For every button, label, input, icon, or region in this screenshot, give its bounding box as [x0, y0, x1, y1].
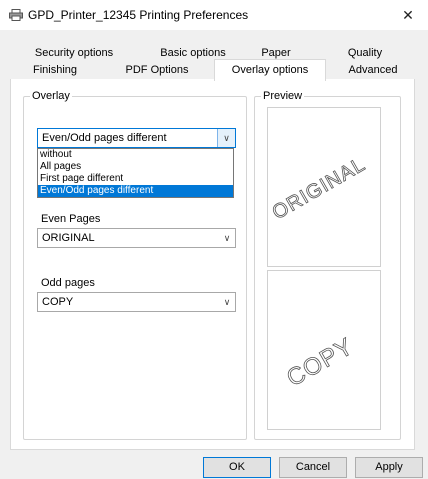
- overlay-mode-select[interactable]: Even/Odd pages different ∨: [37, 128, 236, 148]
- dropdown-option-without[interactable]: without: [38, 149, 233, 161]
- cancel-button[interactable]: Cancel: [279, 457, 347, 478]
- watermark-even: ORIGINAL: [268, 153, 370, 225]
- odd-pages-value: COPY: [42, 296, 74, 308]
- chevron-down-icon: ∨: [223, 297, 231, 307]
- close-icon: ✕: [402, 7, 414, 23]
- overlay-mode-dropdown: without All pages First page different E…: [37, 148, 234, 198]
- window-title: GPD_Printer_12345 Printing Preferences: [28, 8, 249, 22]
- chevron-down-icon: ∨: [223, 233, 231, 243]
- tab-finishing[interactable]: Finishing: [24, 62, 86, 79]
- printer-icon: [9, 9, 23, 24]
- dropdown-option-even-odd-different[interactable]: Even/Odd pages different: [38, 185, 233, 197]
- chevron-down-icon: ∨: [217, 129, 235, 147]
- apply-button[interactable]: Apply: [355, 457, 423, 478]
- even-pages-value: ORIGINAL: [42, 232, 95, 244]
- odd-pages-select[interactable]: COPY ∨: [37, 292, 236, 312]
- dropdown-option-first-page-different[interactable]: First page different: [38, 173, 233, 185]
- dropdown-option-all-pages[interactable]: All pages: [38, 161, 233, 173]
- svg-text:ORIGINAL: ORIGINAL: [269, 153, 370, 224]
- svg-text:COPY: COPY: [282, 333, 358, 392]
- tab-quality[interactable]: Quality: [335, 45, 395, 62]
- preview-page-odd: COPY: [267, 270, 381, 430]
- ok-button[interactable]: OK: [203, 457, 271, 478]
- even-pages-select[interactable]: ORIGINAL ∨: [37, 228, 236, 248]
- tab-overlay-options[interactable]: Overlay options: [214, 59, 326, 81]
- tab-security-options[interactable]: Security options: [34, 45, 114, 62]
- tab-advanced[interactable]: Advanced: [340, 62, 406, 79]
- overlay-mode-value: Even/Odd pages different: [42, 132, 167, 144]
- tab-pdf-options[interactable]: PDF Options: [118, 62, 196, 79]
- close-button[interactable]: ✕: [388, 0, 428, 30]
- preview-group-label: Preview: [261, 90, 305, 102]
- preview-page-even: ORIGINAL: [267, 107, 381, 267]
- odd-pages-label: Odd pages: [41, 277, 95, 289]
- watermark-odd: COPY: [282, 332, 359, 392]
- title-bar: GPD_Printer_12345 Printing Preferences ✕: [0, 0, 428, 30]
- overlay-group-label: Overlay: [30, 90, 72, 102]
- even-pages-label: Even Pages: [41, 213, 101, 225]
